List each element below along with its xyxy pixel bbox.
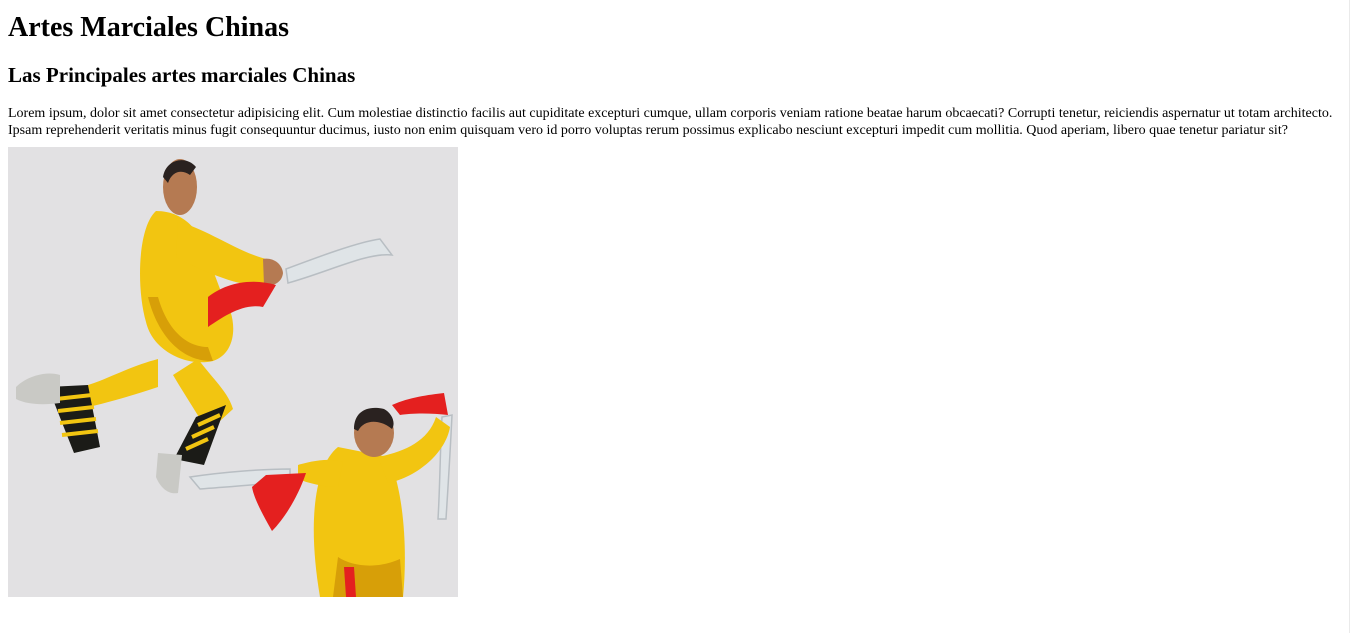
page-subtitle: Las Principales artes marciales Chinas [8, 63, 356, 87]
page-content: Artes Marciales Chinas Las Principales a… [8, 0, 1342, 597]
intro-paragraph: Lorem ipsum, dolor sit amet consectetur … [8, 106, 1333, 138]
vertical-scrollbar[interactable] [1349, 0, 1362, 633]
martial-arts-photo [8, 147, 458, 597]
lower-red-belt [344, 567, 356, 597]
page-title: Artes Marciales Chinas [8, 12, 289, 43]
